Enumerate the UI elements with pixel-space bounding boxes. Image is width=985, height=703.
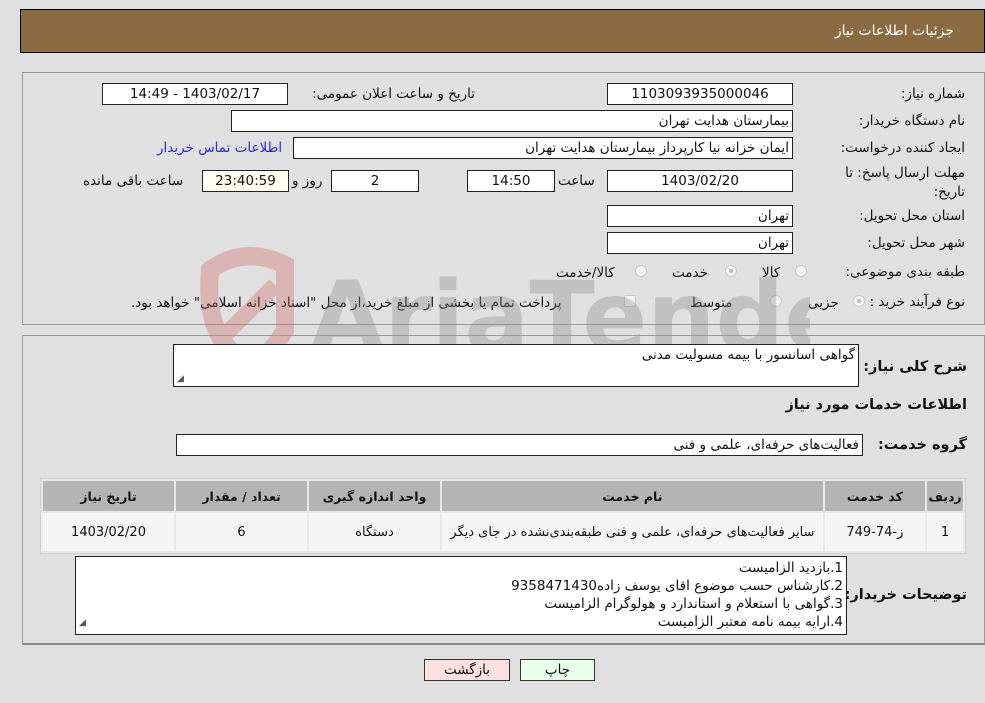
buyer-notes-label: توضیحات خریدار:	[844, 587, 967, 603]
table-row: 1 ز-74-749 سایر فعالیت‌های حرفه‌ای، علمی…	[43, 513, 963, 551]
deadline-time-field: 14:50	[467, 170, 555, 192]
category-radio-goods-service[interactable]	[635, 265, 647, 277]
treasury-note: پرداخت تمام یا بخشی از مبلغ خرید،از محل …	[131, 295, 562, 311]
creator-field: ایمان خزانه نیا کارپرداز بیمارستان هدایت…	[293, 137, 793, 159]
back-button[interactable]: بازگشت	[424, 659, 510, 681]
buyer-note-line: 1.بازدید الزامیست	[738, 560, 843, 576]
buyer-note-line: 2.کارشناس حسب موضوع اقای یوسف زاده935847…	[511, 578, 843, 594]
process-option-medium: متوسط	[690, 295, 733, 311]
services-heading: اطلاعات خدمات مورد نیاز	[785, 397, 967, 413]
page-title: جزئیات اطلاعات نیاز	[834, 23, 954, 39]
time-remaining-field: 23:40:59	[202, 170, 289, 192]
table-header-row: ردیف کد خدمت نام خدمت واحد اندازه گیری ت…	[43, 481, 963, 511]
print-button[interactable]: چاپ	[520, 659, 595, 681]
city-label: شهر محل تحویل:	[867, 235, 965, 251]
province-label: استان محل تحویل:	[859, 208, 965, 224]
category-label: طبقه بندی موضوعی:	[845, 264, 965, 280]
purchase-process-label: نوع فرآیند خرید :	[869, 294, 965, 310]
treasury-checkbox[interactable]	[624, 295, 636, 307]
need-number-field: 1103093935000046	[607, 83, 793, 105]
service-group-field: فعالیت‌های حرفه‌ای، علمی و فنی	[176, 434, 863, 456]
col-need-date: تاریخ نیاز	[43, 481, 175, 511]
col-service-code: کد خدمت	[824, 481, 925, 511]
category-option-service: خدمت	[672, 265, 708, 281]
summary-text: گواهی اسانسور با بیمه مسولیت مدنی	[641, 347, 855, 363]
category-option-goods: کالا	[762, 265, 781, 281]
cell-service-name: سایر فعالیت‌های حرفه‌ای، علمی و فنی طبقه…	[442, 513, 823, 551]
buyer-org-label: نام دستگاه خریدار:	[858, 113, 965, 129]
days-label: روز و	[292, 173, 323, 189]
process-option-minor: جزیی	[808, 295, 839, 311]
col-service-name: نام خدمت	[442, 481, 823, 511]
announce-datetime-field: 1403/02/17 - 14:49	[102, 83, 288, 105]
deadline-label: مهلت ارسال پاسخ: تا تاریخ:	[845, 165, 965, 200]
cell-row-number: 1	[926, 513, 963, 551]
cell-need-date: 1403/02/20	[43, 513, 175, 551]
process-radio-medium[interactable]	[770, 295, 782, 307]
buyer-contact-link[interactable]: اطلاعات تماس خریدار	[157, 140, 282, 156]
deadline-time-label: ساعت	[558, 173, 595, 189]
city-field: تهران	[607, 232, 793, 254]
category-option-goods-service: کالا/خدمت	[556, 265, 615, 281]
buyer-org-field: بیمارستان هدایت تهران	[231, 110, 793, 132]
category-radio-goods[interactable]	[795, 265, 807, 277]
summary-textarea[interactable]: گواهی اسانسور با بیمه مسولیت مدنی ◢	[173, 344, 859, 387]
time-remaining-label: ساعت باقی مانده	[83, 173, 184, 189]
col-quantity: تعداد / مقدار	[176, 481, 308, 511]
cell-quantity: 6	[176, 513, 308, 551]
creator-label: ایجاد کننده درخواست:	[840, 140, 965, 156]
buyer-note-line: 3.گواهی با استعلام و استاندارد و هولوگرا…	[544, 596, 843, 612]
col-unit: واحد اندازه گیری	[309, 481, 441, 511]
col-row-number: ردیف	[926, 481, 963, 511]
cell-service-code: ز-74-749	[824, 513, 925, 551]
resize-grip-icon[interactable]: ◢	[79, 614, 86, 632]
announce-datetime-label: تاریخ و ساعت اعلان عمومی:	[312, 86, 475, 102]
province-field: تهران	[607, 205, 793, 227]
buyer-notes-textarea[interactable]: 1.بازدید الزامیست 2.کارشناس حسب موضوع اق…	[75, 556, 847, 635]
page-header: جزئیات اطلاعات نیاز	[20, 9, 985, 53]
cell-unit: دستگاه	[309, 513, 441, 551]
service-group-label: گروه خدمت:	[877, 437, 967, 453]
need-number-label: شماره نیاز:	[900, 86, 965, 102]
summary-label: شرح کلی نیاز:	[863, 359, 967, 375]
buyer-note-line: 4.ارایه بیمه نامه معتبر الزامیست	[657, 614, 843, 630]
deadline-date-field: 1403/02/20	[607, 170, 793, 192]
resize-grip-icon[interactable]: ◢	[177, 374, 184, 384]
process-radio-minor[interactable]	[853, 295, 865, 307]
days-remaining-field: 2	[331, 170, 419, 192]
category-radio-service[interactable]	[725, 265, 737, 277]
services-table: ردیف کد خدمت نام خدمت واحد اندازه گیری ت…	[40, 478, 966, 554]
